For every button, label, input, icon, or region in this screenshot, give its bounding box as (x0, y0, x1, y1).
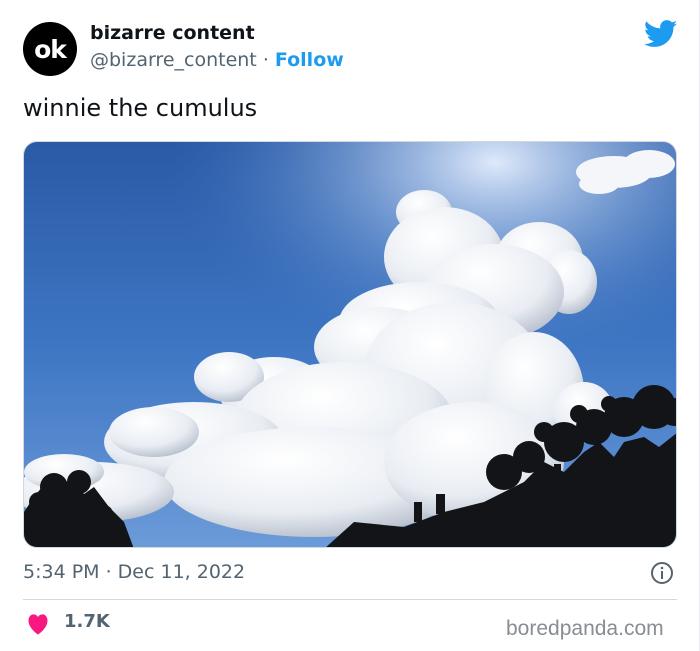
twitter-bird-icon[interactable] (644, 20, 678, 48)
user-handle[interactable]: @bizarre_content (90, 49, 257, 71)
avatar[interactable]: ok (23, 22, 77, 76)
tweet-photo[interactable] (23, 141, 677, 548)
info-icon[interactable] (650, 561, 674, 585)
tweet-text: winnie the cumulus (23, 94, 258, 122)
divider (23, 599, 677, 600)
handle-row: @bizarre_content · Follow (90, 49, 344, 71)
display-name[interactable]: bizarre content (90, 22, 255, 44)
tweet-timestamp[interactable]: 5:34 PM · Dec 11, 2022 (23, 561, 245, 583)
follow-button[interactable]: Follow (275, 49, 344, 71)
handle-separator: · (262, 49, 269, 71)
like-count[interactable]: 1.7K (64, 611, 110, 632)
heart-icon[interactable] (26, 613, 50, 635)
tweet-card: ok bizarre content @bizarre_content · Fo… (0, 0, 700, 651)
cloud-photo (24, 142, 676, 547)
avatar-text: ok (34, 34, 67, 64)
watermark: boredpanda.com (506, 617, 664, 640)
